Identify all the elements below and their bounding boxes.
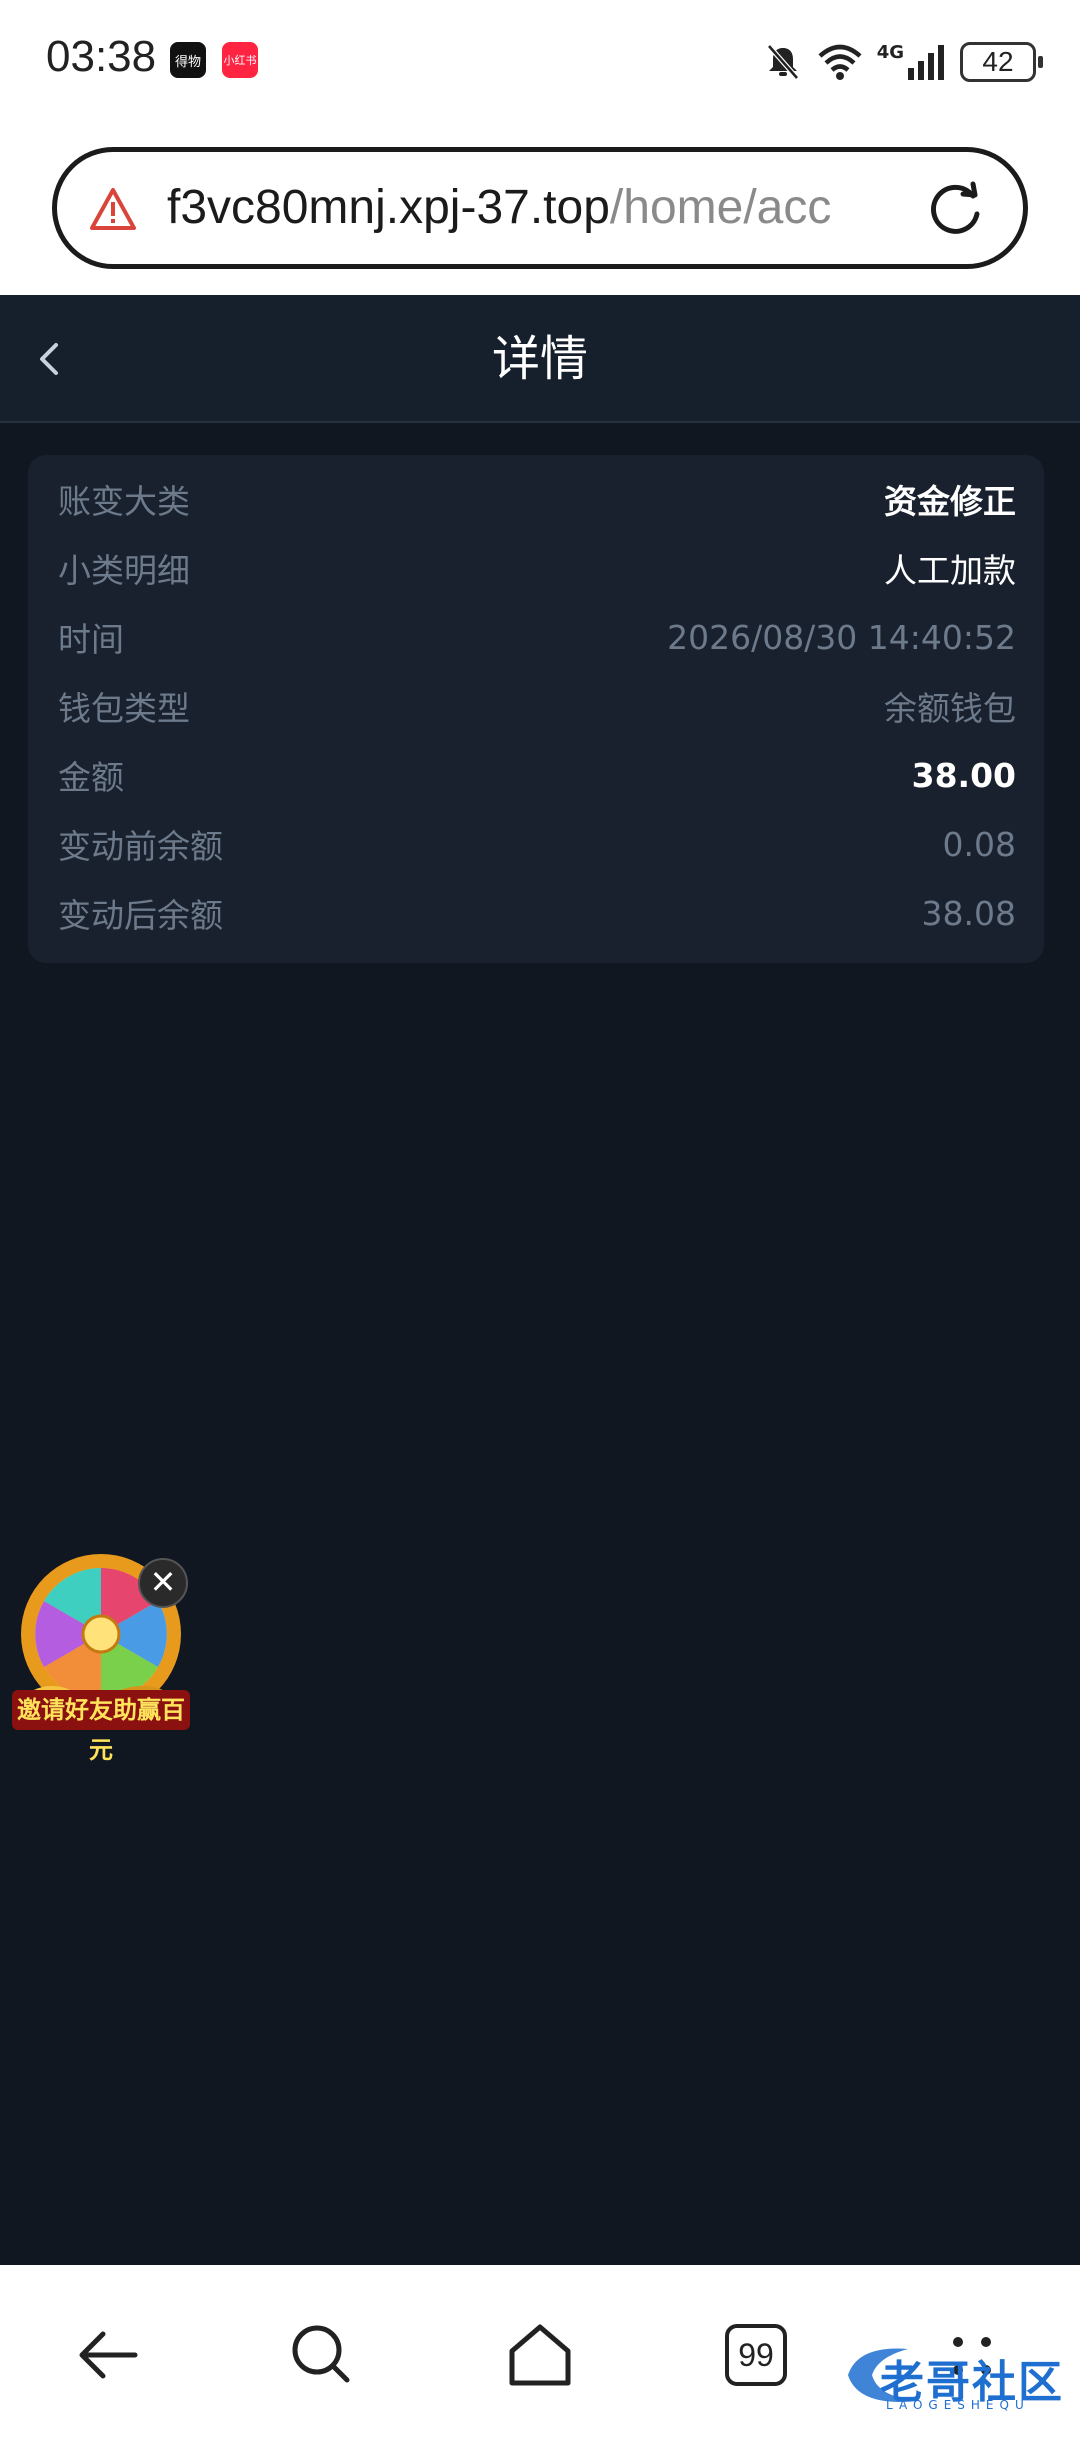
url-host: f3vc80mnj.xpj-37.top	[167, 181, 610, 234]
url-path: /home/acc	[609, 181, 832, 234]
detail-value: 38.00	[911, 755, 1016, 795]
detail-label: 账变大类	[58, 482, 190, 521]
search-button[interactable]	[282, 2315, 362, 2395]
tabs-count: 99	[725, 2324, 787, 2386]
detail-label: 小类明细	[58, 551, 190, 590]
promo-label[interactable]: 邀请好友助赢百元	[12, 1690, 190, 1764]
status-bar: 03:38 得物 小红书 4G 42	[0, 0, 1080, 125]
url-text[interactable]: f3vc80mnj.xpj-37.top/home/acc	[167, 178, 937, 238]
reload-icon[interactable]	[923, 176, 987, 240]
watermark-subtext: LAOGESHEQU	[886, 2398, 1030, 2412]
browser-toolbar: f3vc80mnj.xpj-37.top/home/acc	[0, 125, 1080, 295]
home-button[interactable]	[500, 2315, 580, 2395]
status-time: 03:38	[46, 32, 157, 81]
battery-indicator: 42	[960, 42, 1043, 82]
mute-bell-icon	[766, 44, 799, 80]
warning-icon[interactable]	[89, 186, 137, 232]
detail-row-time: 时间 2026/08/30 14:40:52	[58, 607, 1016, 667]
back-button[interactable]	[68, 2315, 148, 2395]
detail-label: 金额	[58, 758, 124, 797]
address-bar[interactable]: f3vc80mnj.xpj-37.top/home/acc	[52, 147, 1028, 269]
tabs-button[interactable]: 99	[716, 2315, 796, 2395]
detail-value: 余额钱包	[884, 689, 1016, 728]
detail-label: 时间	[58, 620, 124, 659]
dewu-app-icon: 得物	[170, 42, 206, 78]
page-content: 详情 账变大类 资金修正 小类明细 人工加款 时间 2026/08/30 14:…	[0, 295, 1080, 2265]
detail-row-subcategory: 小类明细 人工加款	[58, 538, 1016, 598]
network-type: 4G	[876, 41, 904, 63]
detail-label: 钱包类型	[58, 689, 190, 728]
detail-value: 0.08	[942, 824, 1016, 864]
detail-row-wallet-type: 钱包类型 余额钱包	[58, 676, 1016, 736]
detail-label: 变动前余额	[58, 827, 223, 866]
detail-row-balance-before: 变动前余额 0.08	[58, 814, 1016, 874]
detail-value: 2026/08/30 14:40:52	[667, 617, 1016, 657]
xiaohongshu-app-icon: 小红书	[222, 42, 258, 78]
detail-row-category: 账变大类 资金修正	[58, 469, 1016, 529]
home-icon	[509, 2324, 571, 2386]
detail-row-balance-after: 变动后余额 38.08	[58, 883, 1016, 943]
back-arrow-icon	[79, 2331, 138, 2379]
page-title: 详情	[491, 331, 588, 387]
detail-card: 账变大类 资金修正 小类明细 人工加款 时间 2026/08/30 14:40:…	[28, 455, 1044, 963]
detail-label: 变动后余额	[58, 896, 223, 935]
promo-close-button[interactable]: ✕	[138, 1558, 188, 1608]
search-icon	[292, 2325, 350, 2383]
detail-value: 38.08	[921, 893, 1016, 933]
top-nav: 详情	[0, 295, 1080, 423]
detail-value: 资金修正	[884, 482, 1016, 521]
detail-value: 人工加款	[884, 551, 1016, 590]
signal-icon	[908, 45, 944, 80]
detail-row-amount: 金额 38.00	[58, 745, 1016, 805]
status-indicators: 4G 42	[763, 38, 1043, 86]
wifi-icon	[818, 44, 862, 80]
